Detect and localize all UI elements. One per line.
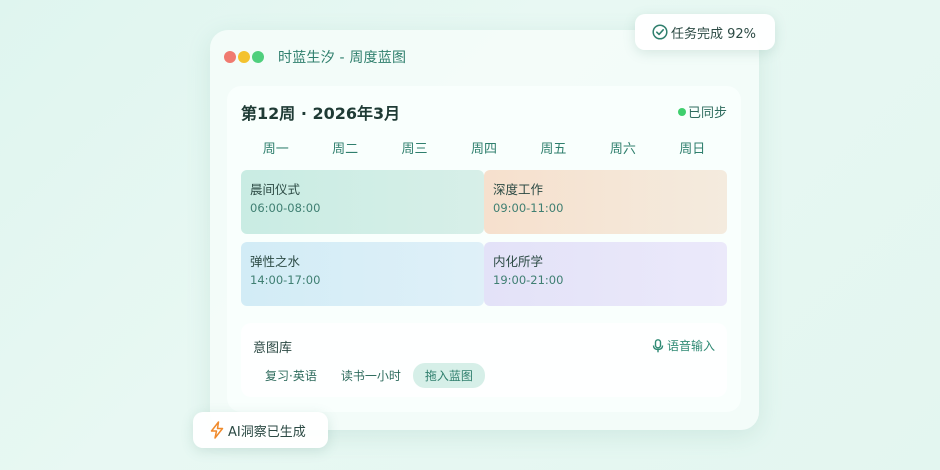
minimize-window-button[interactable] [238,51,250,63]
weekday-header: 周一 周二 周三 周四 周五 周六 周日 [241,138,727,157]
weekday-mon[interactable]: 周一 [241,138,310,157]
weekday-tue[interactable]: 周二 [310,138,379,157]
block-time: 19:00-21:00 [493,273,564,287]
intent-chip-read-one-hour[interactable]: 读书一小时 [329,363,413,388]
weekday-thu[interactable]: 周四 [449,138,518,157]
block-title: 弹性之水 [250,254,301,269]
sync-status-label: 已同步 [687,106,727,121]
check-circle-icon [652,24,668,40]
task-completion-badge: 任务完成 92% [635,14,775,50]
weekday-wed[interactable]: 周三 [380,138,449,157]
title-bar: 时蓝生汐 - 周度蓝图 [224,47,406,67]
lightning-icon [210,421,224,439]
ai-insight-badge[interactable]: AI洞察已生成 [193,412,328,448]
intent-library: 意图库 语音输入 复习·英语 读书一小时 拖入蓝图 [241,323,727,397]
intent-chip-review-english[interactable]: 复习·英语 [253,363,329,388]
weekday-fri[interactable]: 周五 [519,138,588,157]
week-title: 第12周 · 2026年3月 [241,104,401,123]
intent-library-title: 意图库 [253,341,293,356]
block-time: 09:00-11:00 [493,201,564,215]
schedule-block-morning-ritual[interactable]: 晨间仪式 06:00-08:00 [241,170,484,234]
block-title: 内化所学 [493,254,544,269]
app-window: 时蓝生汐 - 周度蓝图 第12周 · 2026年3月 已同步 周一 周二 周三 … [210,30,759,430]
block-time: 14:00-17:00 [250,273,321,287]
voice-input-label: 语音输入 [666,339,715,353]
block-title: 晨间仪式 [250,182,301,197]
intent-chips: 复习·英语 读书一小时 拖入蓝图 [253,363,485,388]
task-completion-label: 任务完成 92% [671,26,757,42]
schedule-block-internalize[interactable]: 内化所学 19:00-21:00 [484,242,727,306]
app-title: 时蓝生汐 - 周度蓝图 [278,50,407,66]
schedule-block-flexible-water[interactable]: 弹性之水 14:00-17:00 [241,242,484,306]
drag-to-blueprint-chip[interactable]: 拖入蓝图 [412,363,485,388]
block-time: 06:00-08:00 [250,201,321,215]
ai-insight-label: AI洞察已生成 [228,424,306,440]
voice-input-button[interactable]: 语音输入 [652,337,715,354]
weekday-sun[interactable]: 周日 [658,138,727,157]
schedule-block-deep-work[interactable]: 深度工作 09:00-11:00 [484,170,727,234]
sync-indicator-icon [677,107,686,116]
sync-status: 已同步 [677,102,727,121]
maximize-window-button[interactable] [252,51,264,63]
weekday-sat[interactable]: 周六 [588,138,657,157]
weekly-blueprint-panel: 第12周 · 2026年3月 已同步 周一 周二 周三 周四 周五 周六 周日 … [227,86,741,412]
microphone-icon [652,338,664,352]
close-window-button[interactable] [224,51,236,63]
block-title: 深度工作 [493,182,544,197]
